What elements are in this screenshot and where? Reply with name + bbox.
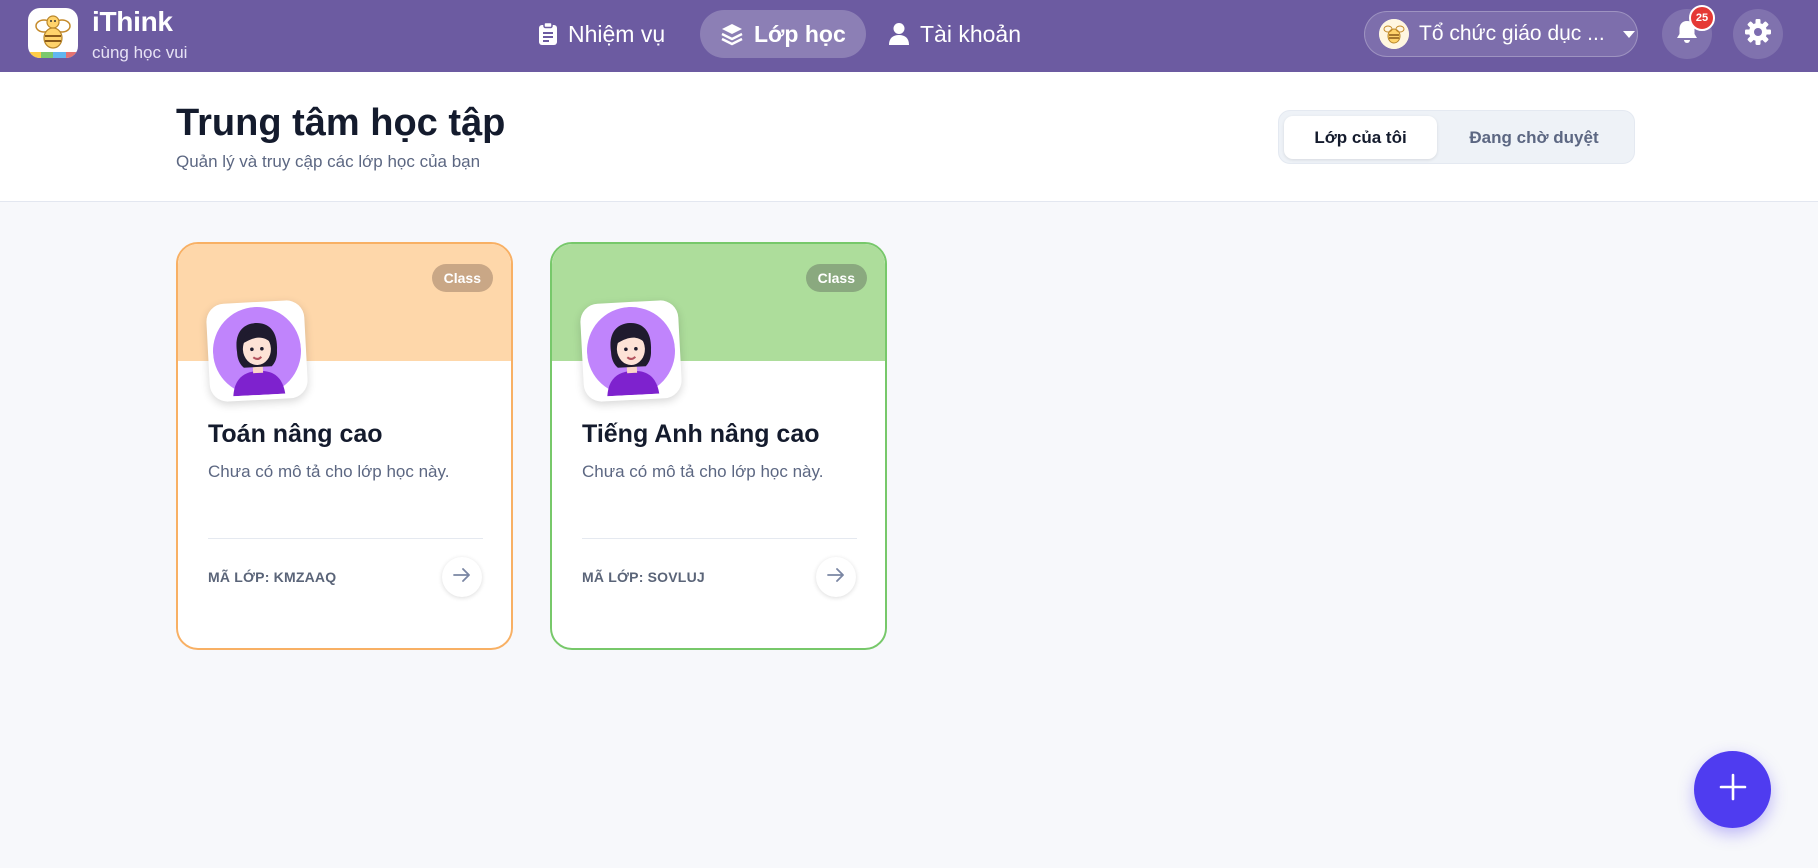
nav-item-label: Tài khoản (920, 20, 1022, 47)
arrow-right-icon (827, 567, 845, 587)
user-icon (888, 22, 910, 46)
class-card[interactable]: Class Toán nâng cao Chưa có mô tả cho lớ… (176, 242, 513, 650)
chevron-down-icon (1623, 30, 1635, 38)
page-header: Trung tâm học tập Quản lý và truy cập cá… (0, 72, 1818, 202)
arrow-right-icon (453, 567, 471, 587)
class-title: Tiếng Anh nâng cao (582, 420, 820, 448)
tab-pending-approval[interactable]: Đang chờ duyệt (1439, 116, 1629, 159)
nav-item-classes[interactable]: Lớp học (700, 10, 866, 58)
class-card[interactable]: Class Tiếng Anh nâng cao Chưa có mô tả c… (550, 242, 887, 650)
nav-item-label: Nhiệm vụ (568, 20, 666, 47)
bee-logo-icon[interactable] (28, 8, 78, 58)
notification-count-badge: 25 (1689, 5, 1715, 31)
card-divider (208, 538, 483, 539)
organization-avatar (1379, 19, 1409, 49)
nav-item-tasks[interactable]: Nhiệm vụ (518, 10, 685, 58)
class-type-badge: Class (805, 264, 867, 292)
nav-item-account[interactable]: Tài khoản (868, 10, 1041, 58)
top-navbar: iThink cùng học vui Nhiệm vụ Lớp học Tài… (0, 0, 1818, 72)
gear-icon (1744, 18, 1772, 51)
teacher-avatar (579, 299, 683, 403)
open-class-button[interactable] (816, 557, 856, 597)
class-type-badge: Class (431, 264, 493, 292)
class-filter-tabs: Lớp của tôi Đang chờ duyệt (1278, 110, 1635, 164)
organization-select[interactable]: Tổ chức giáo dục ... (1364, 11, 1638, 57)
class-description: Chưa có mô tả cho lớp học này. (582, 462, 824, 481)
layers-icon (720, 22, 744, 46)
plus-icon (1718, 772, 1748, 807)
open-class-button[interactable] (442, 557, 482, 597)
tab-my-classes[interactable]: Lớp của tôi (1284, 116, 1437, 159)
page-subtitle: Quản lý và truy cập các lớp học của bạn (176, 152, 481, 171)
teacher-avatar (205, 299, 309, 403)
nav-item-label: Lớp học (754, 20, 846, 47)
class-title: Toán nâng cao (208, 420, 383, 448)
settings-button[interactable] (1733, 9, 1783, 59)
class-code: MÃ LỚP: KMZAAQ (208, 569, 337, 585)
organization-name: Tổ chức giáo dục ... (1419, 22, 1605, 45)
class-description: Chưa có mô tả cho lớp học này. (208, 462, 450, 481)
brand-tagline: cùng học vui (92, 43, 188, 62)
create-class-button[interactable] (1694, 751, 1771, 828)
brand-name: iThink (92, 6, 173, 37)
class-code: MÃ LỚP: SOVLUJ (582, 569, 705, 585)
card-divider (582, 538, 857, 539)
page-title: Trung tâm học tập (176, 102, 506, 144)
clipboard-icon (538, 22, 558, 46)
